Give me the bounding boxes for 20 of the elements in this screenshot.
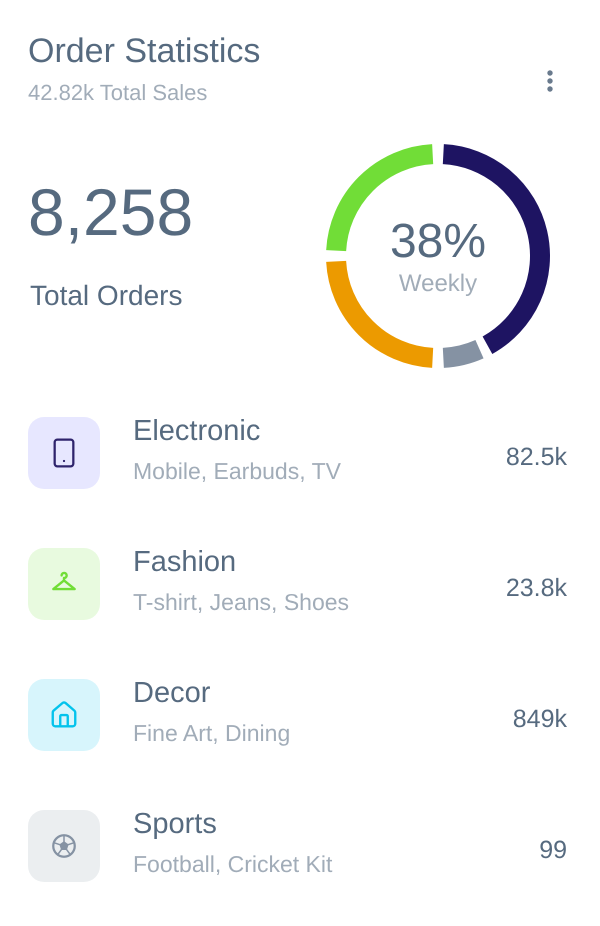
menu-button[interactable] <box>545 69 555 93</box>
vertical-dots-icon <box>547 70 553 92</box>
category-name: Fashion <box>133 545 236 579</box>
card-subtitle: 42.82k Total Sales <box>28 80 208 106</box>
category-name: Electronic <box>133 414 260 448</box>
category-name: Decor <box>133 676 210 710</box>
category-value: 23.8k <box>506 573 567 603</box>
total-orders-label: Total Orders <box>30 279 182 313</box>
category-items: Mobile, Earbuds, TV <box>133 457 341 485</box>
category-value: 849k <box>512 704 567 734</box>
donut-center-label: Weekly <box>398 270 478 298</box>
category-value: 82.5k <box>506 442 567 472</box>
category-name: Sports <box>133 807 217 841</box>
category-items: Fine Art, Dining <box>133 719 290 747</box>
donut-center-value: 38% <box>390 216 486 268</box>
category-value: 99 <box>539 835 567 865</box>
card-title: Order Statistics <box>28 31 260 71</box>
total-orders-value: 8,258 <box>28 174 194 250</box>
category-items: T-shirt, Jeans, Shoes <box>133 588 350 616</box>
category-items: Football, Cricket Kit <box>133 850 332 878</box>
